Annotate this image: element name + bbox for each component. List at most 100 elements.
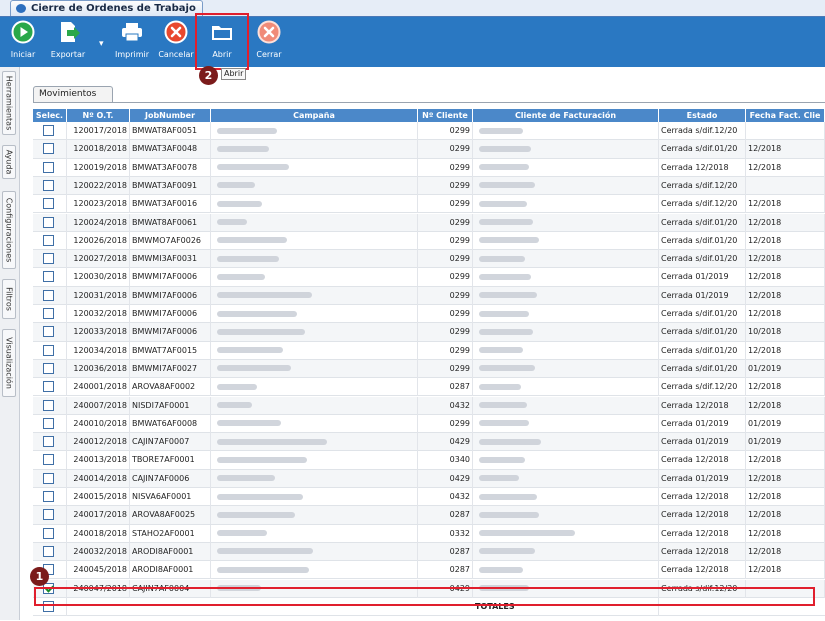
row-select-checkbox[interactable] bbox=[43, 271, 54, 283]
redacted-text bbox=[217, 456, 307, 463]
cell-fecha: 12/2018 bbox=[746, 506, 825, 525]
table-row[interactable]: 120031/2018 BMWMI7AF0006 0299 Cerrada 01/20… bbox=[33, 286, 825, 305]
table-row[interactable]: 120034/2018 BMWAT7AF0015 0299 Cerrada s/dif… bbox=[33, 341, 825, 360]
table-row[interactable]: 120024/2018 BMWAT8AF0061 0299 Cerrada s/dif… bbox=[33, 213, 825, 232]
cell-campana bbox=[211, 451, 418, 470]
cell-job: BMWMI7AF0006 bbox=[130, 286, 211, 305]
exportar-button[interactable]: Exportar bbox=[42, 20, 94, 59]
row-select-checkbox[interactable] bbox=[43, 436, 54, 448]
cerrar-button[interactable]: Cerrar bbox=[252, 20, 286, 59]
col-header-nro-cliente[interactable]: Nº Cliente bbox=[418, 109, 473, 122]
cell-ot: 120024/2018 bbox=[67, 213, 130, 232]
row-select-checkbox[interactable] bbox=[43, 454, 54, 466]
row-select-checkbox[interactable] bbox=[43, 381, 54, 393]
toolbar: Iniciar Exportar ▾ Imprimir Cancelar Abr… bbox=[0, 17, 825, 67]
table-row[interactable]: 120027/2018 BMWMI3AF0031 0299 Cerrada s/dif… bbox=[33, 250, 825, 269]
table-row[interactable]: 120019/2018 BMWAT3AF0078 0299 Cerrada 12/20… bbox=[33, 158, 825, 177]
table-row[interactable]: 120022/2018 BMWAT3AF0091 0299 Cerrada s/dif… bbox=[33, 176, 825, 196]
row-select-checkbox[interactable] bbox=[43, 198, 54, 210]
cell-estado: Cerrada 12/2018 bbox=[659, 542, 746, 561]
cell-selec bbox=[33, 213, 67, 232]
cell-selec bbox=[33, 414, 67, 433]
cell-cliente-facturacion bbox=[473, 176, 659, 195]
table-row[interactable]: 240045/2018 ARODI8AF0001 0287 Cerrada 12/20… bbox=[33, 561, 825, 580]
table-row[interactable]: 120032/2018 BMWMI7AF0006 0299 Cerrada s/dif… bbox=[33, 305, 825, 324]
row-select-checkbox[interactable] bbox=[43, 143, 54, 155]
table-row[interactable]: 240010/2018 BMWAT6AF0008 0299 Cerrada 01/20… bbox=[33, 414, 825, 434]
table-row[interactable]: 240017/2018 AROVA8AF0025 0287 Cerrada 12/20… bbox=[33, 506, 825, 525]
table-row[interactable]: 120026/2018 BMWMO7AF0026 0299 Cerrada s/dif… bbox=[33, 231, 825, 251]
cell-campana bbox=[211, 305, 418, 323]
row-select-checkbox[interactable] bbox=[43, 344, 54, 356]
sidetab-filtros[interactable]: Filtros bbox=[2, 279, 16, 319]
row-select-checkbox[interactable] bbox=[43, 545, 54, 557]
table-row[interactable]: 120017/2018 BMWAT8AF0051 0299 Cerrada s/dif… bbox=[33, 122, 825, 141]
table-row[interactable]: 240007/2018 NISDI7AF0001 0432 Cerrada 12/20… bbox=[33, 396, 825, 415]
cancelar-button[interactable]: Cancelar bbox=[157, 20, 195, 59]
row-select-checkbox[interactable] bbox=[43, 472, 54, 484]
cell-fecha: 12/2018 bbox=[746, 231, 825, 250]
table-row[interactable]: 240001/2018 AROVA8AF0002 0287 Cerrada s/dif… bbox=[33, 378, 825, 397]
row-select-checkbox[interactable] bbox=[43, 326, 54, 338]
cell-selec bbox=[33, 524, 67, 543]
table-row[interactable]: 120030/2018 BMWMI7AF0006 0299 Cerrada 01/20… bbox=[33, 268, 825, 287]
tab-cierre-ordenes[interactable]: Cierre de Ordenes de Trabajo bbox=[10, 0, 203, 16]
cell-selec bbox=[33, 542, 67, 561]
row-select-checkbox[interactable] bbox=[43, 161, 54, 173]
redacted-text bbox=[217, 328, 305, 335]
row-select-checkbox[interactable] bbox=[43, 179, 54, 191]
col-header-jobnumber[interactable]: JobNumber bbox=[130, 109, 211, 122]
movimientos-grid: Selec. Nº O.T. JobNumber Campaña Nº Clie… bbox=[33, 102, 825, 621]
row-select-checkbox[interactable] bbox=[43, 125, 54, 136]
table-row[interactable]: 240018/2018 STAHO2AF0001 0332 Cerrada 12/20… bbox=[33, 524, 825, 543]
cell-cliente: 0299 bbox=[418, 341, 473, 360]
row-select-checkbox[interactable] bbox=[43, 253, 54, 265]
cell-cliente-facturacion bbox=[473, 195, 659, 214]
table-row[interactable]: 240032/2018 ARODI8AF0001 0287 Cerrada 12/20… bbox=[33, 542, 825, 562]
table-row[interactable]: 240014/2018 CAJIN7AF0006 0429 Cerrada 01/20… bbox=[33, 469, 825, 488]
table-row[interactable]: 120023/2018 BMWAT3AF0016 0299 Cerrada s/dif… bbox=[33, 195, 825, 214]
iniciar-button[interactable]: Iniciar bbox=[8, 20, 38, 59]
row-select-checkbox[interactable] bbox=[43, 216, 54, 228]
row-select-checkbox[interactable] bbox=[43, 289, 54, 301]
cell-job: CAJIN7AF0006 bbox=[130, 469, 211, 488]
cell-job: BMWMO7AF0026 bbox=[130, 231, 211, 250]
table-row[interactable]: 120033/2018 BMWMI7AF0006 0299 Cerrada s/dif… bbox=[33, 323, 825, 342]
sidetab-visualizacion[interactable]: Visualización bbox=[2, 329, 16, 397]
row-select-checkbox[interactable] bbox=[43, 234, 54, 246]
row-select-checkbox[interactable] bbox=[43, 509, 54, 521]
col-header-campana[interactable]: Campaña bbox=[211, 109, 418, 122]
col-header-estado[interactable]: Estado bbox=[659, 109, 746, 122]
exportar-dropdown-icon[interactable]: ▾ bbox=[99, 39, 104, 49]
row-select-checkbox[interactable] bbox=[43, 362, 54, 374]
row-select-checkbox[interactable] bbox=[43, 399, 54, 411]
tab-movimientos[interactable]: Movimientos bbox=[33, 86, 113, 102]
table-row[interactable]: 120018/2018 BMWAT3AF0048 0299 Cerrada s/dif… bbox=[33, 140, 825, 159]
cell-selec bbox=[33, 305, 67, 323]
row-select-checkbox[interactable] bbox=[43, 308, 54, 319]
col-header-cliente-facturacion[interactable]: Cliente de Facturación bbox=[473, 109, 659, 122]
sidetab-herramientas[interactable]: Herramientas bbox=[2, 71, 16, 135]
table-row[interactable]: 240013/2018 TBORE7AF0001 0340 Cerrada 12/20… bbox=[33, 451, 825, 470]
row-select-checkbox[interactable] bbox=[43, 417, 54, 429]
cell-selec bbox=[33, 158, 67, 177]
row-select-checkbox[interactable] bbox=[43, 491, 54, 502]
col-header-fecha-fact[interactable]: Fecha Fact. Clie bbox=[746, 109, 825, 122]
cell-cliente-facturacion bbox=[473, 488, 659, 506]
table-row[interactable]: 240015/2018 NISVA6AF0001 0432 Cerrada 12/20… bbox=[33, 488, 825, 507]
cell-estado: Cerrada s/dif.12/20 bbox=[659, 378, 746, 397]
redacted-text bbox=[479, 237, 539, 244]
table-row[interactable]: 240012/2018 CAJIN7AF0007 0429 Cerrada 01/20… bbox=[33, 433, 825, 452]
row-select-checkbox[interactable] bbox=[43, 527, 54, 539]
imprimir-button[interactable]: Imprimir bbox=[113, 20, 151, 59]
col-header-ot[interactable]: Nº O.T. bbox=[67, 109, 130, 122]
sidetab-configuraciones[interactable]: Configuraciones bbox=[2, 191, 16, 269]
tab-strip: Cierre de Ordenes de Trabajo bbox=[0, 0, 825, 17]
cell-cliente-facturacion bbox=[473, 451, 659, 470]
redacted-text bbox=[479, 548, 535, 555]
col-header-selec[interactable]: Selec. bbox=[33, 109, 67, 122]
cell-job: BMWAT8AF0061 bbox=[130, 213, 211, 232]
sidetab-ayuda[interactable]: Ayuda bbox=[2, 145, 16, 179]
table-row[interactable]: 120036/2018 BMWMI7AF0027 0299 Cerrada s/dif… bbox=[33, 359, 825, 379]
cell-cliente: 0287 bbox=[418, 378, 473, 397]
